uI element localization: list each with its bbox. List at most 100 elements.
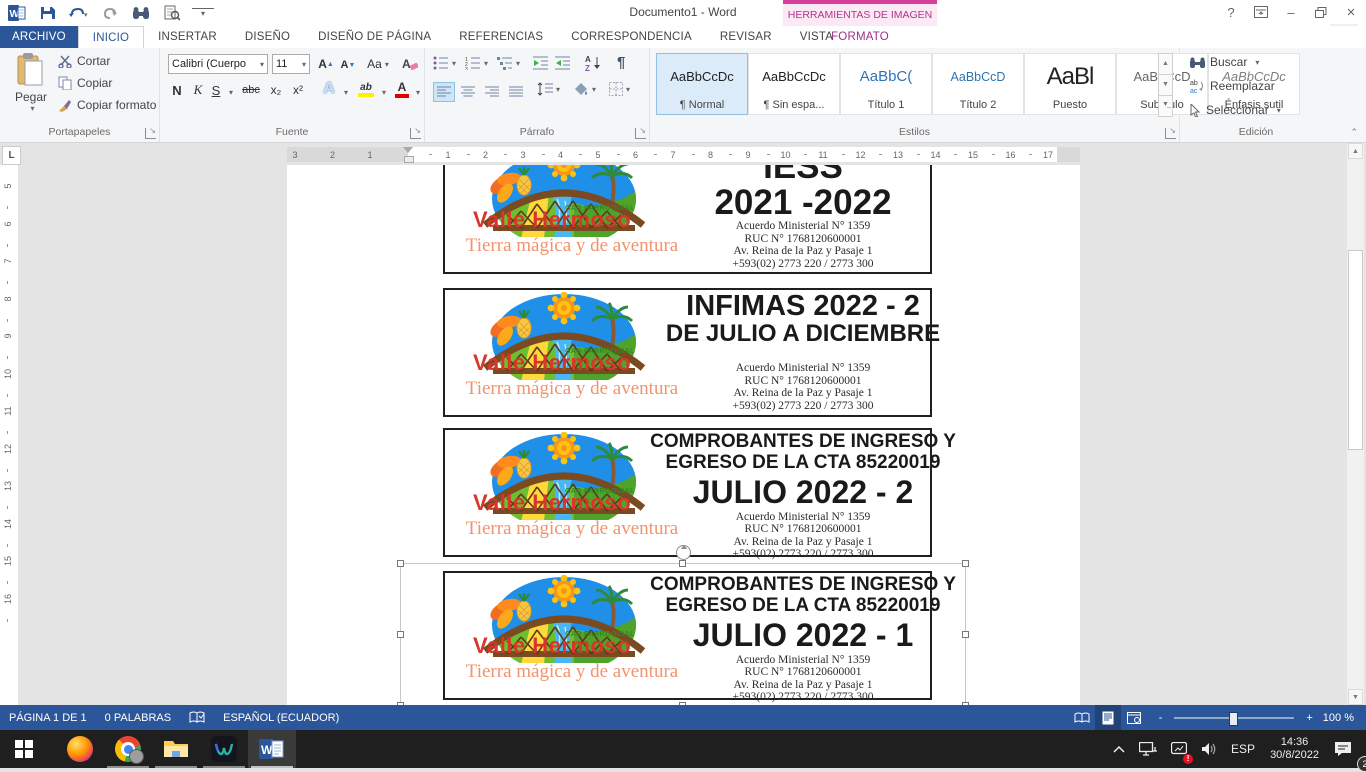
collapse-ribbon-button[interactable]: ⌃ [1350, 127, 1358, 138]
cut-button[interactable]: Cortar [58, 54, 110, 68]
line-spacing-button[interactable]: ▾ [537, 82, 560, 96]
taskbar-firefox-icon[interactable] [56, 730, 104, 768]
multilevel-list-button[interactable]: ▾ [497, 56, 520, 70]
security-alert-icon[interactable]: ! [1164, 730, 1194, 768]
find-menu-button[interactable]: Buscar▾ [1190, 55, 1259, 69]
tab-selector-button[interactable]: L [2, 146, 21, 165]
replace-button[interactable]: abac Reemplazar [1190, 79, 1275, 93]
scroll-down-arrow[interactable]: ▼ [1348, 689, 1363, 705]
read-mode-button[interactable] [1069, 705, 1095, 730]
selection-handle-top-center[interactable] [679, 560, 686, 567]
tab-insertar[interactable]: INSERTAR [144, 26, 231, 48]
language-indicator[interactable]: ESPAÑOL (ECUADOR) [214, 705, 348, 730]
start-button[interactable] [0, 730, 48, 768]
language-switcher[interactable]: ESP [1224, 730, 1262, 768]
print-layout-button[interactable] [1095, 705, 1121, 730]
taskbar-clock[interactable]: 14:36 30/8/2022 [1262, 736, 1327, 762]
proofing-status-icon[interactable] [180, 705, 214, 730]
taskbar-chrome-icon[interactable] [104, 730, 152, 768]
borders-button[interactable]: ▾ [609, 82, 630, 96]
tab-referencias[interactable]: REFERENCIAS [445, 26, 557, 48]
scroll-up-arrow[interactable]: ▲ [1348, 143, 1363, 159]
copy-button[interactable]: Copiar [58, 76, 112, 90]
align-center-button[interactable] [457, 82, 479, 102]
selection-handle-middle-right[interactable] [962, 631, 969, 638]
tab-diseno-de-pagina[interactable]: DISEÑO DE PÁGINA [304, 26, 445, 48]
zoom-slider[interactable] [1174, 717, 1294, 719]
scrollbar-thumb[interactable] [1348, 250, 1363, 450]
tab-correspondencia[interactable]: CORRESPONDENCIA [557, 26, 706, 48]
rotation-handle[interactable] [676, 545, 691, 560]
strikethrough-button[interactable]: abc [238, 80, 264, 100]
tab-inicio[interactable]: INICIO [78, 26, 144, 48]
fuente-dialog-launcher[interactable]: ↘ [410, 128, 421, 139]
page-indicator[interactable]: PÁGINA 1 DE 1 [0, 705, 96, 730]
numbering-button[interactable]: 123▾ [465, 56, 488, 70]
vertical-scrollbar[interactable]: ▲ ▼ [1347, 143, 1364, 705]
letterhead-image-block[interactable]: Valle Hermoso GAD PARROQUIAL Tierra mági… [443, 428, 932, 557]
zoom-level[interactable]: 100 % [1323, 712, 1366, 724]
text-effects-caret[interactable]: ▾ [344, 88, 348, 97]
shrink-font-button[interactable]: A▼ [338, 56, 358, 74]
text-effects-button[interactable]: A [318, 78, 340, 100]
change-case-button[interactable]: Aa▾ [364, 54, 392, 74]
style-normal[interactable]: AaBbCcDc¶ Normal [656, 53, 748, 115]
word-count[interactable]: 0 PALABRAS [96, 705, 180, 730]
sort-button[interactable]: AZ [585, 54, 603, 72]
style-sin-espaciado[interactable]: AaBbCcDc¶ Sin espa... [748, 53, 840, 115]
paste-button[interactable]: Pegar ▾ [8, 53, 54, 113]
align-right-button[interactable] [481, 82, 503, 102]
taskbar-word-icon[interactable]: W [248, 730, 296, 768]
taskbar-explorer-icon[interactable] [152, 730, 200, 768]
volume-icon[interactable] [1194, 730, 1224, 768]
shading-button[interactable]: ▾ [573, 82, 596, 96]
zoom-out-button[interactable]: - [1147, 712, 1167, 724]
tab-archivo[interactable]: ARCHIVO [0, 26, 78, 48]
letterhead-image-block[interactable]: Valle Hermoso GAD PARROQUIAL Tierra mági… [443, 288, 932, 417]
bold-button[interactable]: N [168, 80, 186, 100]
format-painter-button[interactable]: Copiar formato [58, 98, 156, 112]
bullets-button[interactable]: ▾ [433, 56, 456, 70]
font-name-combo[interactable]: Calibri (Cuerpo▾ [168, 54, 268, 74]
highlight-button[interactable]: ab [354, 78, 378, 100]
style-titulo-2[interactable]: AaBbCcDTítulo 2 [932, 53, 1024, 115]
notification-center-icon[interactable]: 2 [1327, 730, 1366, 768]
zoom-slider-thumb[interactable] [1229, 712, 1238, 726]
portapapeles-dialog-launcher[interactable]: ↘ [145, 128, 156, 139]
letterhead-image-block[interactable]: Valle Hermoso GAD PARROQUIAL Tierra mági… [443, 571, 932, 700]
letterhead-image-block[interactable]: Valle Hermoso GAD PARROQUIAL Tierra mági… [443, 165, 932, 274]
network-icon[interactable] [1132, 730, 1164, 768]
styles-scroll-up[interactable]: ▲ [1158, 53, 1173, 75]
ribbon-display-options-button[interactable] [1246, 0, 1276, 24]
selection-handle-middle-left[interactable] [397, 631, 404, 638]
superscript-button[interactable]: x² [288, 80, 308, 100]
document-page[interactable]: Valle Hermoso GAD PARROQUIAL Tierra mági… [287, 165, 1080, 705]
underline-caret[interactable]: ▾ [229, 88, 233, 97]
taskbar-webex-icon[interactable] [200, 730, 248, 768]
font-size-combo[interactable]: 11▾ [272, 54, 310, 74]
font-color-button[interactable]: A [392, 78, 412, 100]
help-button[interactable]: ? [1216, 0, 1246, 24]
styles-more-button[interactable]: ▼̲ [1158, 96, 1173, 117]
clear-formatting-button[interactable]: A [400, 54, 420, 74]
style-titulo-1[interactable]: AaBbC(Título 1 [840, 53, 932, 115]
tab-revisar[interactable]: REVISAR [706, 26, 786, 48]
justify-button[interactable] [505, 82, 527, 102]
estilos-dialog-launcher[interactable]: ↘ [1165, 128, 1176, 139]
align-left-button[interactable] [433, 82, 455, 102]
italic-button[interactable]: K [190, 80, 206, 100]
selection-handle-top-right[interactable] [962, 560, 969, 567]
left-indent-marker[interactable] [404, 156, 414, 163]
grow-font-button[interactable]: A▲ [316, 54, 336, 74]
show-marks-button[interactable]: ¶ [617, 54, 625, 71]
tab-formato[interactable]: FORMATO [783, 26, 937, 48]
selection-handle-top-left[interactable] [397, 560, 404, 567]
styles-scroll-down[interactable]: ▼ [1158, 75, 1173, 96]
increase-indent-button[interactable] [555, 56, 571, 70]
restore-button[interactable] [1306, 0, 1336, 24]
web-layout-button[interactable] [1121, 705, 1147, 730]
minimize-button[interactable]: – [1276, 0, 1306, 24]
font-color-caret[interactable]: ▾ [416, 88, 420, 97]
select-menu-button[interactable]: Seleccionar▾ [1190, 103, 1281, 117]
underline-button[interactable]: S [208, 80, 224, 100]
